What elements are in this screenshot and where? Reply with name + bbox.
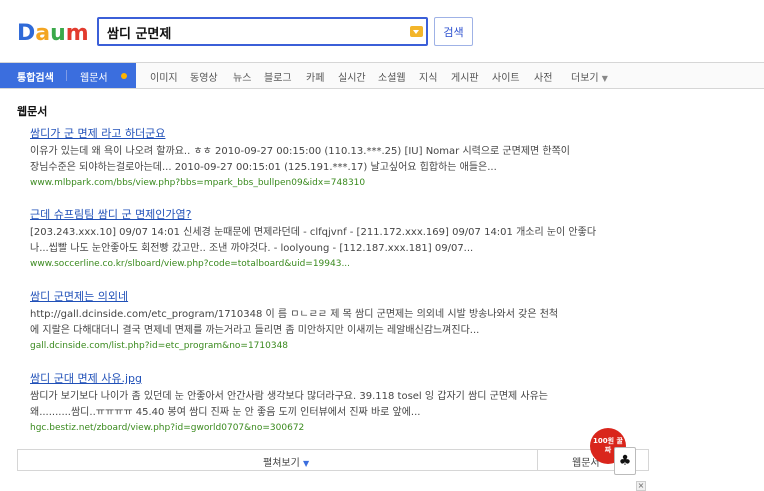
tab-images[interactable]: 이미지 — [150, 69, 178, 84]
expand-more-label: 펼쳐보기 — [263, 458, 300, 469]
tab-web-documents[interactable]: 웹문서 — [80, 69, 108, 84]
result-snippet-line: 쌈디가 보기보다 나이가 좀 있던데 눈 안좋아서 안간사람 생각보다 많더라구… — [30, 391, 549, 402]
result-url[interactable]: www.mlbpark.com/bbs/view.php?bbs=mpark_b… — [30, 177, 650, 190]
close-icon[interactable]: × — [636, 481, 646, 491]
tab-news[interactable]: 뉴스 — [233, 69, 251, 84]
result-snippet-line: 왜..........쌈디..ㅠㅠㅠㅠ 45.40 봉여 쌈디 진짜 눈 안 좋… — [30, 407, 421, 418]
tab-board[interactable]: 게시판 — [451, 69, 479, 84]
tab-dictionary[interactable]: 사전 — [534, 69, 552, 84]
svg-text:Daum: Daum — [17, 21, 87, 46]
tab-integrated-search[interactable]: 통합검색 — [17, 69, 54, 84]
tab-knowledge[interactable]: 지식 — [419, 69, 437, 84]
daum-logo[interactable]: Daum — [17, 18, 87, 46]
tab-realtime[interactable]: 실시간 — [338, 69, 366, 84]
search-tab-bar: 통합검색 웹문서 이미지 동영상 뉴스 블로그 카페 실시간 소셜웹 지식 게시… — [0, 62, 764, 89]
playing-card-icon[interactable]: ♣ — [614, 447, 636, 475]
result-snippet-line: 나...씹빨 나도 눈안좋아도 회전빵 갔고만.. 조낸 까야것다. - loo… — [30, 243, 474, 254]
result-snippet-line: 이유가 있는데 왜 욕이 나오려 할까요.. ㅎㅎ 2010-09-27 00:… — [30, 146, 571, 157]
result-title-link[interactable]: 근데 슈프림팀 쌈디 군 면제인가염? — [30, 208, 650, 222]
result-snippet-line: 장님수준은 되야하는걸로아는데... 2010-09-27 00:15:01 (… — [30, 162, 497, 173]
result-snippet-line: http://gall.dcinside.com/etc_program/171… — [30, 309, 559, 320]
suggest-dropdown-icon[interactable] — [410, 26, 423, 37]
tab-more[interactable]: 더보기 ▼ — [571, 69, 608, 84]
tab-more-label: 더보기 — [571, 73, 599, 84]
chevron-down-icon: ▼ — [303, 459, 310, 468]
new-dot-icon — [121, 73, 127, 79]
result-url[interactable]: hgc.bestiz.net/zboard/view.php?id=gworld… — [30, 422, 650, 435]
search-input[interactable] — [107, 23, 407, 41]
tab-site[interactable]: 사이트 — [492, 69, 520, 84]
search-button[interactable]: 검색 — [434, 17, 473, 46]
result-url[interactable]: www.soccerline.co.kr/slboard/view.php?co… — [30, 258, 650, 271]
search-box — [97, 17, 428, 46]
tab-cafe[interactable]: 카페 — [306, 69, 324, 84]
result-url[interactable]: gall.dcinside.com/list.php?id=etc_progra… — [30, 340, 650, 353]
result-title-link[interactable]: 쌈디가 군 면제 라고 하더군요 — [30, 127, 650, 141]
nav-divider — [66, 70, 67, 81]
tab-videos[interactable]: 동영상 — [190, 69, 218, 84]
result-snippet-line: 에 지랄은 다해대더니 결국 면제네 면제를 까는거라고 들리면 좀 미안하지만… — [30, 325, 480, 336]
search-result: 근데 슈프림팀 쌈디 군 면제인가염? [203.243.xxx.10] 09/… — [30, 208, 650, 271]
search-result: 쌈디가 군 면제 라고 하더군요 이유가 있는데 왜 욕이 나오려 할까요.. … — [30, 127, 650, 190]
tab-blog[interactable]: 블로그 — [264, 69, 292, 84]
search-result: 쌈디 군면제는 의외네 http://gall.dcinside.com/etc… — [30, 290, 650, 353]
chevron-down-icon: ▼ — [601, 74, 608, 83]
result-title-link[interactable]: 쌈디 군대 면제 사유.jpg — [30, 372, 650, 386]
tab-social-web[interactable]: 소셜웹 — [378, 69, 406, 84]
section-title: 웹문서 — [17, 105, 48, 118]
search-result: 쌈디 군대 면제 사유.jpg 쌈디가 보기보다 나이가 좀 있던데 눈 안좋아… — [30, 372, 650, 435]
expand-more-button[interactable]: 펼쳐보기 ▼ — [263, 454, 309, 469]
header: Daum 검색 — [0, 0, 764, 62]
result-title-link[interactable]: 쌈디 군면제는 의외네 — [30, 290, 650, 304]
more-results-bar: 펼쳐보기 ▼ 웹문서 — [17, 449, 649, 471]
result-snippet-line: [203.243.xxx.10] 09/07 14:01 신세경 눈때문에 면제… — [30, 227, 597, 238]
